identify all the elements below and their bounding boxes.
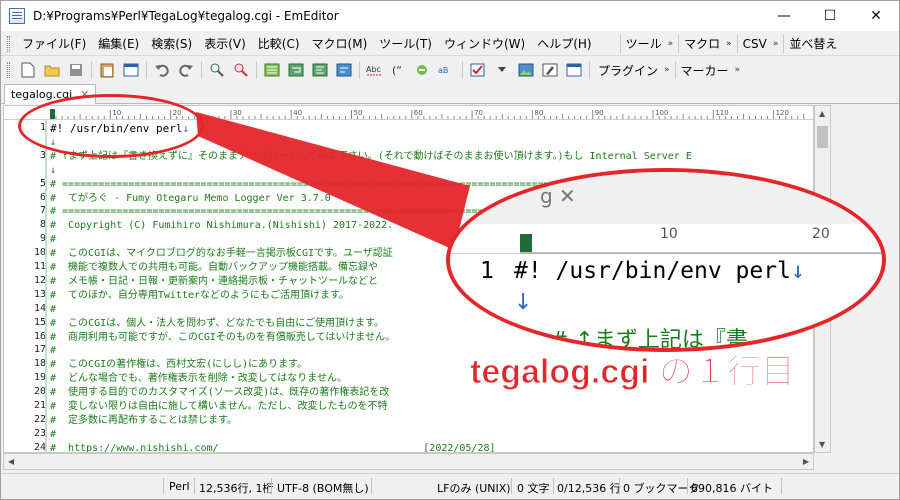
zoom-ruler-tick: 10 bbox=[660, 226, 678, 242]
zoom-tab-bar: g ✕ bbox=[450, 172, 882, 224]
zoom-ruler-tick: 20 bbox=[812, 226, 830, 242]
zoom-view: g ✕ 10 20 1 #! /usr/bin/env perl↓ ↓ # ↑ま… bbox=[450, 172, 882, 348]
zoom-line-number: 1 bbox=[480, 258, 494, 284]
highlight-oval bbox=[18, 94, 204, 158]
zoom-first-line-text: #! /usr/bin/env perl bbox=[514, 258, 791, 284]
eol-arrow-icon: ↓ bbox=[790, 258, 805, 284]
zoom-eol-arrow-icon: ↓ bbox=[514, 290, 533, 315]
zoom-callout: g ✕ 10 20 1 #! /usr/bin/env perl↓ ↓ # ↑ま… bbox=[446, 168, 886, 352]
zoom-ruler: 10 20 bbox=[450, 224, 882, 254]
callout-caption: tegalog.cgi の１行目 bbox=[470, 353, 796, 392]
zoom-first-line: #! /usr/bin/env perl↓ bbox=[514, 258, 805, 284]
zoom-tab-fragment: g ✕ bbox=[540, 184, 576, 208]
